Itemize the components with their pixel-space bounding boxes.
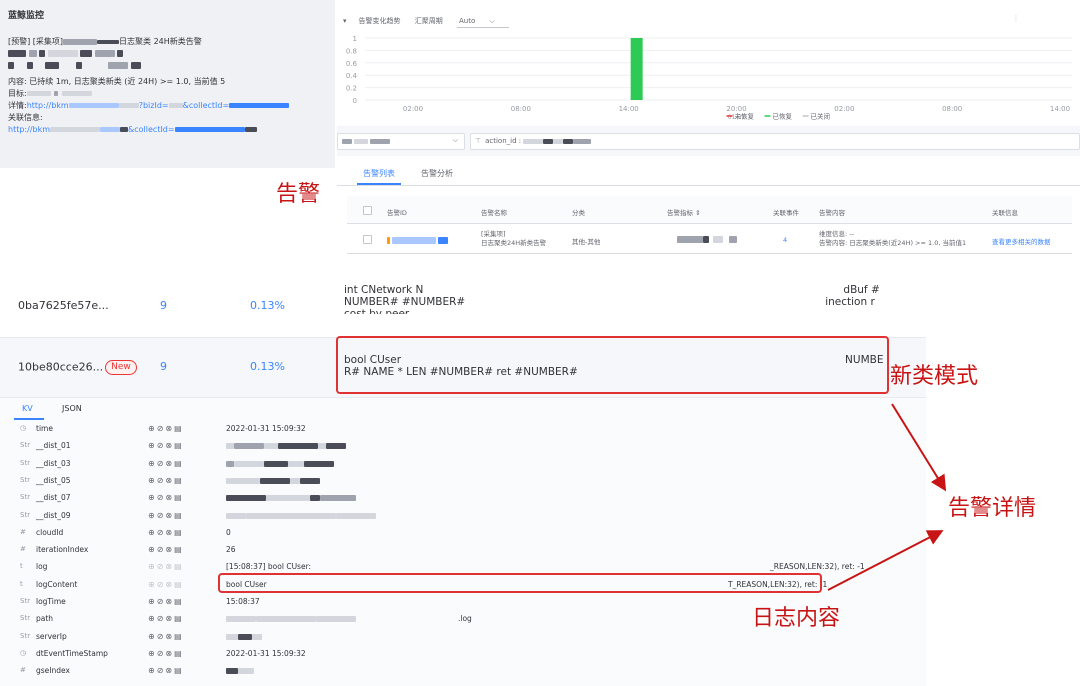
arrow-from-log-content bbox=[827, 530, 944, 591]
annotation-arrows bbox=[827, 403, 947, 591]
arrow-to-alert-detail bbox=[891, 403, 947, 492]
